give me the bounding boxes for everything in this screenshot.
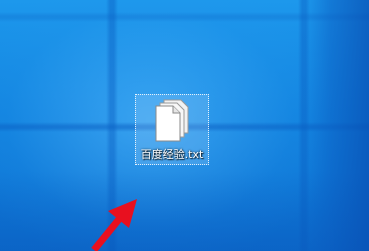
red-arrow-icon	[91, 199, 137, 251]
file-name-label: 百度经验.txt	[140, 148, 204, 161]
text-file-icon	[155, 99, 189, 142]
desktop-background[interactable]: 百度经验.txt	[0, 0, 369, 251]
desktop-file-icon[interactable]: 百度经验.txt	[135, 94, 209, 165]
wallpaper-shade	[0, 171, 369, 251]
